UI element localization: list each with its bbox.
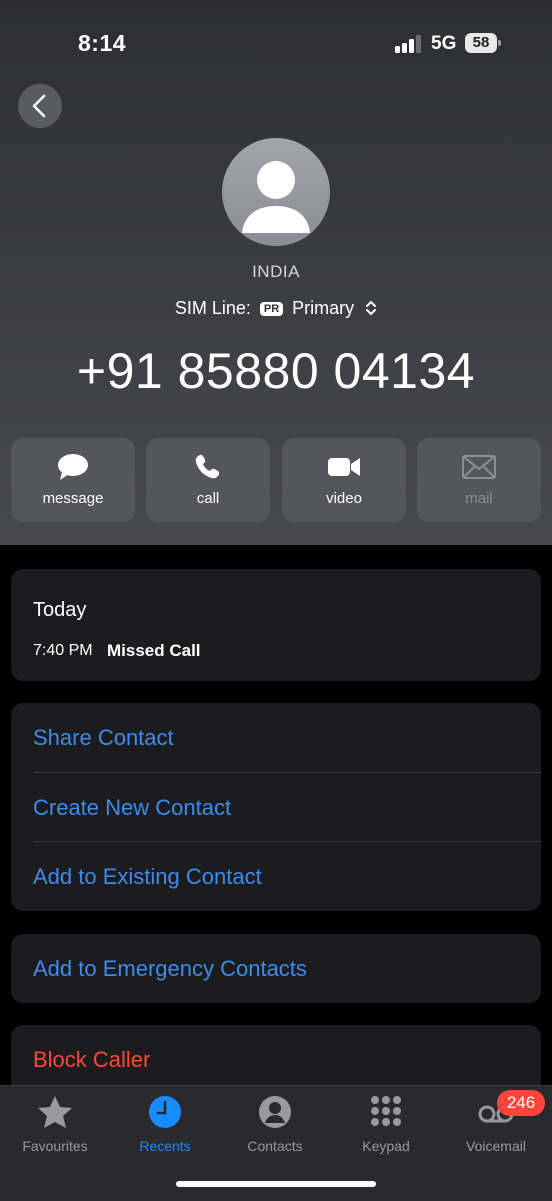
call-history-card: Today 7:40 PM Missed Call [11, 569, 541, 681]
status-time: 8:14 [78, 30, 127, 56]
call-label: call [196, 490, 220, 507]
tab-label: Favourites [22, 1138, 88, 1154]
phone-number: +91 85880 04134 [76, 343, 476, 399]
tab-label: Keypad [362, 1138, 410, 1154]
network-type: 5G [431, 33, 457, 54]
tab-label: Voicemail [466, 1138, 526, 1154]
tab-favourites[interactable]: Favourites [0, 1092, 110, 1162]
history-date: Today [33, 599, 87, 621]
keypad-icon [371, 1096, 401, 1126]
chevron-left-icon [32, 94, 46, 118]
mail-button[interactable]: mail [417, 438, 541, 522]
block-card: Block Caller [11, 1025, 541, 1094]
video-label: video [326, 490, 362, 507]
tab-label: Recents [139, 1138, 191, 1154]
clock-icon [149, 1096, 181, 1128]
tab-recents[interactable]: Recents [110, 1092, 220, 1162]
call-button[interactable]: call [146, 438, 270, 522]
chevron-up-down-icon [366, 301, 377, 315]
video-camera-icon [328, 458, 360, 476]
home-indicator[interactable] [176, 1181, 376, 1187]
quick-actions: message call video mail [11, 438, 541, 522]
battery-level: 58 [465, 33, 497, 53]
person-circle-icon [259, 1096, 291, 1128]
contact-options-card: Share Contact Create New Contact Add to … [11, 703, 541, 911]
video-button[interactable]: video [282, 438, 406, 522]
contact-header: 8:14 5G 58 INDIA SIM Line: PR Primary +9… [0, 0, 552, 545]
voicemail-badge: 246 [497, 1090, 545, 1116]
envelope-icon [462, 455, 496, 479]
tab-contacts[interactable]: Contacts [220, 1092, 330, 1162]
back-button[interactable] [18, 84, 62, 128]
add-to-emergency-contacts-button[interactable]: Add to Emergency Contacts [33, 934, 307, 1003]
block-caller-button[interactable]: Block Caller [33, 1025, 150, 1094]
call-time: 7:40 PM [33, 642, 93, 659]
emergency-card: Add to Emergency Contacts [11, 934, 541, 1003]
contact-country: INDIA [252, 262, 300, 281]
tab-label: Contacts [247, 1138, 303, 1154]
message-label: message [42, 490, 104, 507]
sim-line-selector[interactable]: SIM Line: PR Primary [0, 298, 552, 319]
battery-icon: 58 [465, 33, 501, 53]
share-contact-button[interactable]: Share Contact [33, 703, 174, 772]
message-button[interactable]: message [11, 438, 135, 522]
person-silhouette-icon [242, 161, 310, 233]
star-icon [38, 1096, 72, 1128]
message-bubble-icon [58, 454, 88, 480]
cellular-signal-icon [395, 35, 425, 53]
phone-icon [195, 454, 220, 479]
sim-line-value: Primary [292, 298, 355, 318]
tab-keypad[interactable]: Keypad [331, 1092, 441, 1162]
create-new-contact-button[interactable]: Create New Contact [33, 773, 231, 842]
contact-avatar [222, 138, 330, 246]
status-bar: 8:14 5G 58 [0, 0, 552, 80]
call-type: Missed Call [107, 641, 201, 660]
sim-badge: PR [259, 302, 284, 316]
sim-line-label: SIM Line: [174, 298, 251, 318]
mail-label: mail [465, 490, 493, 507]
add-to-existing-contact-button[interactable]: Add to Existing Contact [33, 842, 262, 911]
